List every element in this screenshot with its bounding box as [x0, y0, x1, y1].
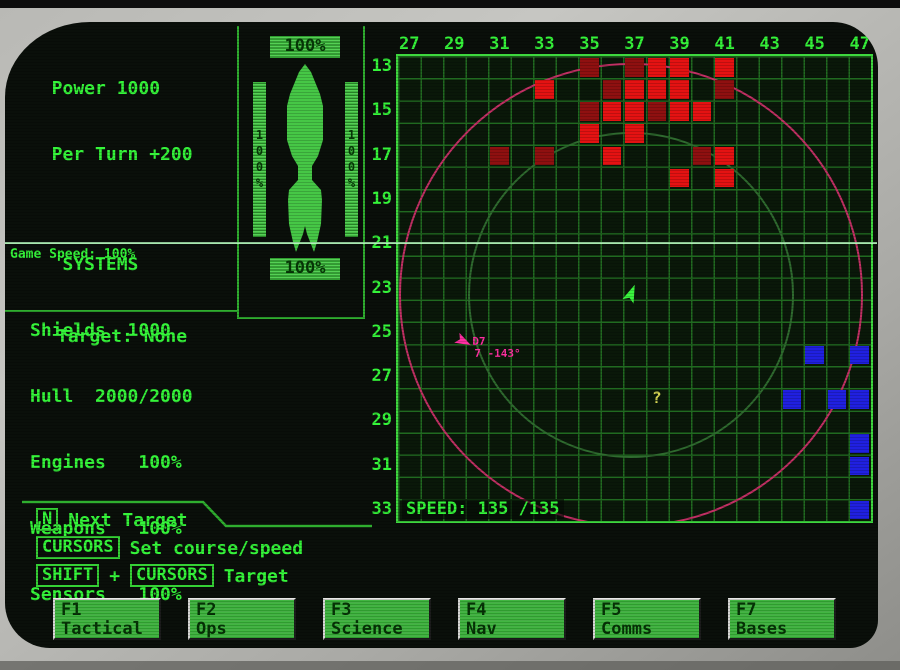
unknown-contact[interactable]: ?: [652, 388, 662, 407]
fkey-comms[interactable]: F5Comms: [593, 598, 701, 640]
map-row-label: 23: [356, 278, 392, 298]
fkey-nav[interactable]: F4Nav: [458, 598, 566, 640]
map-row-label: 29: [356, 410, 392, 430]
map-row-label: 25: [356, 322, 392, 342]
friendly-contact[interactable]: [850, 501, 869, 520]
map-col-label: 29: [434, 34, 474, 54]
cursors-label: Set course/speed: [130, 536, 303, 559]
enemy-contact[interactable]: [490, 147, 509, 166]
shield-left-indicator: 100%: [253, 82, 266, 237]
enemy-contact[interactable]: [648, 80, 667, 99]
enemy-contact[interactable]: [603, 102, 622, 121]
map-col-label: 39: [660, 34, 700, 54]
map-col-label: 45: [795, 34, 835, 54]
map-col-label: 27: [389, 34, 429, 54]
map-row-label: 27: [356, 366, 392, 386]
enemy-contact[interactable]: [603, 147, 622, 166]
power-line: Power 1000: [30, 78, 193, 100]
key-shift[interactable]: SHIFT: [36, 564, 99, 587]
crt-monitor: Power 1000 Per Turn +200 SYSTEMS Shields…: [0, 0, 900, 670]
key-cursors-2[interactable]: CURSORS: [130, 564, 214, 587]
divider-left-horizontal: [5, 310, 237, 312]
map-row-label: 13: [356, 56, 392, 76]
enemy-contact[interactable]: [670, 58, 689, 77]
shift-target-label: Target: [224, 564, 289, 587]
enemy-contact[interactable]: [625, 102, 644, 121]
friendly-contact[interactable]: [850, 390, 869, 409]
divider-ship-left: [237, 26, 239, 318]
enemy-contact[interactable]: [625, 80, 644, 99]
friendly-contact[interactable]: [850, 434, 869, 453]
map-col-label: 35: [569, 34, 609, 54]
enemy-d7-course: 7 -143°: [474, 348, 520, 359]
enemy-contact[interactable]: [580, 124, 599, 143]
shield-bottom-indicator: 100%: [270, 258, 340, 280]
map-grid: D7 7 -143° ? SPEED: 135 /135: [398, 56, 871, 521]
enemy-contact[interactable]: [693, 102, 712, 121]
map-row-label: 19: [356, 189, 392, 209]
map-col-label: 33: [524, 34, 564, 54]
enemy-contact[interactable]: [715, 169, 734, 188]
speed-readout: SPEED: 135 /135: [402, 499, 564, 519]
player-ship-silhouette: [275, 60, 335, 255]
fkey-tactical[interactable]: F1Tactical: [53, 598, 161, 640]
map-row-label: 17: [356, 145, 392, 165]
fkey-bases[interactable]: F7Bases: [728, 598, 836, 640]
enemy-contact[interactable]: [670, 102, 689, 121]
map-row-label: 31: [356, 455, 392, 475]
enemy-contact[interactable]: [625, 124, 644, 143]
friendly-contact[interactable]: [805, 346, 824, 365]
tactical-map[interactable]: D7 7 -143° ? SPEED: 135 /135: [396, 54, 873, 523]
hotkey-cursors: CURSORS Set course/speed: [36, 536, 303, 559]
hotkey-next-target: N Next Target: [36, 508, 187, 531]
enemy-contact[interactable]: [648, 58, 667, 77]
shield-top-indicator: 100%: [270, 36, 340, 58]
map-col-label: 43: [750, 34, 790, 54]
crt-screen: Power 1000 Per Turn +200 SYSTEMS Shields…: [5, 22, 878, 648]
enemy-contact[interactable]: [625, 58, 644, 77]
hull-line: Hull 2000/2000: [30, 386, 193, 408]
key-n[interactable]: N: [36, 508, 58, 531]
friendly-contact[interactable]: [850, 457, 869, 476]
enemy-contact[interactable]: [670, 169, 689, 188]
player-ship-cursor: [618, 281, 644, 307]
friendly-contact[interactable]: [783, 390, 802, 409]
enemy-contact[interactable]: [535, 80, 554, 99]
map-col-label: 31: [479, 34, 519, 54]
target-label: Target: None: [57, 326, 187, 347]
enemy-contact[interactable]: [535, 147, 554, 166]
enemy-contact[interactable]: [715, 147, 734, 166]
fkey-science[interactable]: F3Science: [323, 598, 431, 640]
enemy-contact[interactable]: [715, 58, 734, 77]
bezel-shadow: [0, 661, 900, 670]
friendly-contact[interactable]: [850, 346, 869, 365]
map-col-label: 37: [615, 34, 655, 54]
enemy-contact[interactable]: [580, 102, 599, 121]
divider-ship-bottom: [237, 317, 365, 319]
plus-sign: +: [109, 564, 120, 587]
key-cursors[interactable]: CURSORS: [36, 536, 120, 559]
map-row-label: 15: [356, 100, 392, 120]
crt-retrace-line: [5, 242, 877, 244]
next-target-label: Next Target: [68, 508, 187, 531]
enemy-contact[interactable]: [603, 80, 622, 99]
hotkey-shift-cursors: SHIFT + CURSORS Target: [36, 564, 289, 587]
enemy-contact[interactable]: [580, 58, 599, 77]
map-col-label: 47: [840, 34, 878, 54]
fkey-ops[interactable]: F2Ops: [188, 598, 296, 640]
enemy-contact[interactable]: [715, 80, 734, 99]
engines-line: Engines 100%: [30, 452, 193, 474]
friendly-contact[interactable]: [828, 390, 847, 409]
enemy-contact[interactable]: [648, 102, 667, 121]
enemy-contact[interactable]: [670, 80, 689, 99]
per-turn-line: Per Turn +200: [30, 144, 193, 166]
game-speed-label: Game Speed: 100%: [10, 247, 135, 262]
map-col-label: 41: [705, 34, 745, 54]
enemy-d7-label: D7: [472, 336, 485, 347]
enemy-contact[interactable]: [693, 147, 712, 166]
